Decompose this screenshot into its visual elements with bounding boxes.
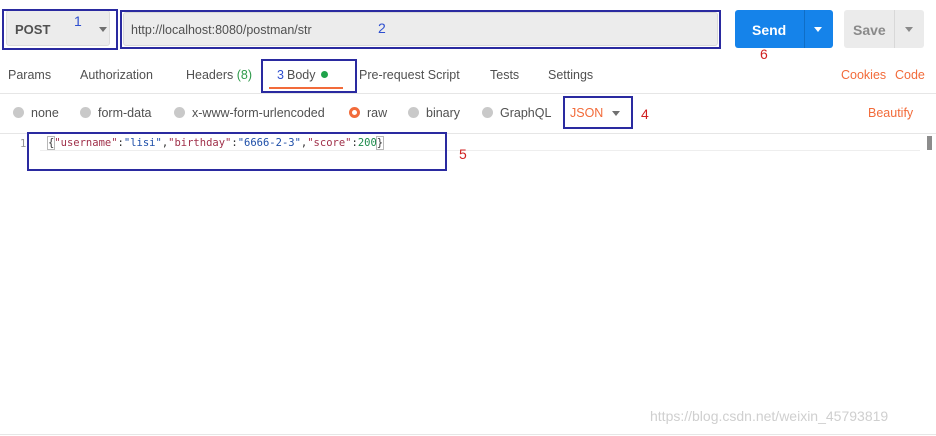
tab-settings[interactable]: Settings [548,68,593,82]
radio-urlencoded[interactable] [174,107,185,118]
annotation-box-1 [2,9,118,50]
tab-authorization[interactable]: Authorization [80,68,153,82]
annotation-box-5 [27,132,447,171]
send-button[interactable]: Send [735,10,833,48]
code-link[interactable]: Code [895,68,925,82]
tab-pre-request-script[interactable]: Pre-request Script [359,68,460,82]
radio-none[interactable] [13,107,24,118]
save-label: Save [853,22,886,38]
radio-binary[interactable] [408,107,419,118]
request-tabs: Params Authorization Headers (8) Body Pr… [0,58,936,94]
body-type-options: none form-data x-www-form-urlencoded raw… [0,94,936,134]
save-divider [894,10,895,48]
save-options-chevron-icon[interactable] [905,27,913,32]
send-options-chevron-icon[interactable] [814,27,822,32]
tab-headers[interactable]: Headers (8) [186,68,252,82]
save-button[interactable]: Save [844,10,924,48]
tab-headers-label: Headers [186,68,234,82]
annotation-number-2: 2 [378,20,386,36]
editor-scrollbar[interactable] [927,136,932,150]
annotation-number-6: 6 [760,46,768,62]
option-none-label[interactable]: none [31,106,59,120]
send-label: Send [752,22,787,38]
option-raw-label[interactable]: raw [367,106,387,120]
radio-raw[interactable] [349,107,360,118]
annotation-box-2 [120,10,721,49]
option-form-data-label[interactable]: form-data [98,106,152,120]
radio-graphql[interactable] [482,107,493,118]
beautify-link[interactable]: Beautify [868,106,913,120]
annotation-number-3: 3 [277,68,284,82]
bottom-divider [0,434,936,435]
annotation-box-3 [261,59,357,93]
annotation-number-1: 1 [74,13,82,29]
headers-count-badge: (8) [236,68,253,82]
watermark: https://blog.csdn.net/weixin_45793819 [650,408,889,424]
option-binary-label[interactable]: binary [426,106,460,120]
tab-params[interactable]: Params [8,68,51,82]
annotation-number-5: 5 [459,146,467,162]
annotation-number-4: 4 [641,106,649,122]
send-divider [804,10,805,48]
option-graphql-label[interactable]: GraphQL [500,106,551,120]
cookies-link[interactable]: Cookies [841,68,886,82]
radio-form-data[interactable] [80,107,91,118]
tab-tests[interactable]: Tests [490,68,519,82]
line-number: 1 [20,138,27,150]
annotation-box-4 [563,96,633,129]
option-urlencoded-label[interactable]: x-www-form-urlencoded [192,106,325,120]
body-editor[interactable]: 1 {"username":"lisi","birthday":"6666-2-… [0,134,936,434]
